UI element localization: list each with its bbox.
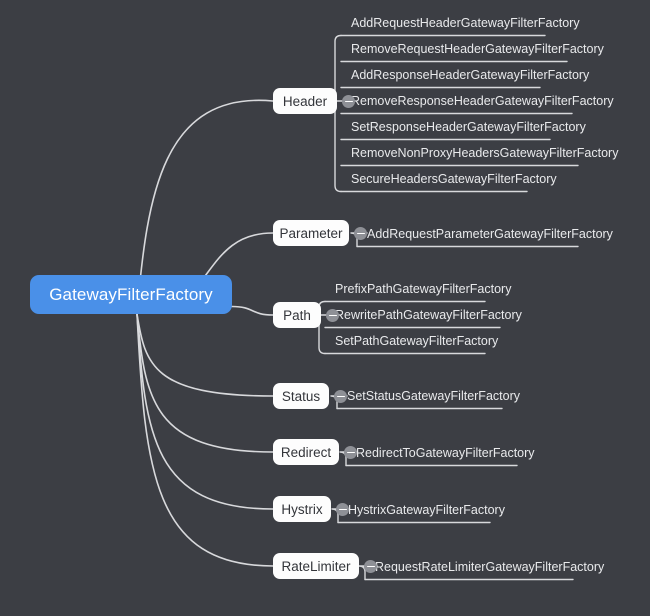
branch-node-redirect[interactable]: Redirect xyxy=(273,439,339,465)
collapse-minus-icon-hystrix[interactable] xyxy=(336,502,349,516)
leaf-node-label: AddResponseHeaderGatewayFilterFactory xyxy=(351,68,590,82)
branch-node-hystrix[interactable]: Hystrix xyxy=(273,496,331,522)
branch-node-label: Header xyxy=(282,93,328,109)
leaf-node[interactable]: RemoveResponseHeaderGatewayFilterFactory xyxy=(351,95,614,108)
collapse-minus-icon-redirect[interactable] xyxy=(344,445,357,459)
leaf-node[interactable]: RequestRateLimiterGatewayFilterFactory xyxy=(375,561,604,574)
leaf-node[interactable]: RemoveNonProxyHeadersGatewayFilterFactor… xyxy=(351,147,618,160)
branch-node-status[interactable]: Status xyxy=(273,383,329,409)
leaf-node[interactable]: RewritePathGatewayFilterFactory xyxy=(335,309,522,322)
leaf-node[interactable]: AddRequestHeaderGatewayFilterFactory xyxy=(351,17,580,30)
branch-node-label: Status xyxy=(281,388,321,404)
leaf-node-label: RemoveRequestHeaderGatewayFilterFactory xyxy=(351,42,604,56)
leaf-node-label: RequestRateLimiterGatewayFilterFactory xyxy=(375,560,605,574)
leaf-node-label: RedirectToGatewayFilterFactory xyxy=(356,446,535,460)
leaf-node-label: RemoveResponseHeaderGatewayFilterFactory xyxy=(351,94,614,108)
leaf-node-label: PrefixPathGatewayFilterFactory xyxy=(335,282,512,296)
leaf-node[interactable]: AddResponseHeaderGatewayFilterFactory xyxy=(351,69,589,82)
leaf-node[interactable]: PrefixPathGatewayFilterFactory xyxy=(335,283,511,296)
leaf-node[interactable]: RedirectToGatewayFilterFactory xyxy=(356,447,535,460)
branch-node-header[interactable]: Header xyxy=(273,88,337,114)
leaf-node-label: RewritePathGatewayFilterFactory xyxy=(335,308,522,322)
branch-node-label: Path xyxy=(283,307,311,323)
leaf-node[interactable]: SetResponseHeaderGatewayFilterFactory xyxy=(351,121,586,134)
leaf-node-label: SetStatusGatewayFilterFactory xyxy=(347,389,520,403)
branch-node-path[interactable]: Path xyxy=(273,302,321,328)
leaf-node-label: HystrixGatewayFilterFactory xyxy=(348,503,505,517)
branch-node-label: Parameter xyxy=(279,225,343,241)
collapse-minus-icon-header[interactable] xyxy=(342,94,355,108)
collapse-minus-icon-ratelimiter[interactable] xyxy=(364,559,377,573)
branch-node-label: Redirect xyxy=(280,444,332,460)
leaf-node[interactable]: AddRequestParameterGatewayFilterFactory xyxy=(367,228,613,241)
collapse-minus-icon-status[interactable] xyxy=(334,389,347,403)
root-node-label: GatewayFilterFactory xyxy=(49,284,213,304)
leaf-node-label: SetPathGatewayFilterFactory xyxy=(335,334,499,348)
collapse-minus-icon-parameter[interactable] xyxy=(354,226,367,240)
branch-node-ratelimiter[interactable]: RateLimiter xyxy=(273,553,359,579)
leaf-node-label: SecureHeadersGatewayFilterFactory xyxy=(351,172,557,186)
collapse-minus-icon-path[interactable] xyxy=(326,308,339,322)
root-node[interactable]: GatewayFilterFactory xyxy=(30,275,232,314)
leaf-node[interactable]: SetPathGatewayFilterFactory xyxy=(335,335,498,348)
leaf-node-label: AddRequestParameterGatewayFilterFactory xyxy=(367,227,613,241)
leaf-node[interactable]: SecureHeadersGatewayFilterFactory xyxy=(351,173,557,186)
leaf-node-label: AddRequestHeaderGatewayFilterFactory xyxy=(351,16,580,30)
leaf-node-label: RemoveNonProxyHeadersGatewayFilterFactor… xyxy=(351,146,619,160)
branch-node-label: RateLimiter xyxy=(281,558,351,574)
leaf-node[interactable]: RemoveRequestHeaderGatewayFilterFactory xyxy=(351,43,604,56)
branch-node-label: Hystrix xyxy=(281,501,323,517)
mindmap-canvas: GatewayFilterFactory Header AddRequestHea… xyxy=(0,0,650,616)
leaf-node[interactable]: HystrixGatewayFilterFactory xyxy=(348,504,505,517)
leaf-node-label: SetResponseHeaderGatewayFilterFactory xyxy=(351,120,586,134)
leaf-node[interactable]: SetStatusGatewayFilterFactory xyxy=(347,390,520,403)
branch-node-parameter[interactable]: Parameter xyxy=(273,220,349,246)
